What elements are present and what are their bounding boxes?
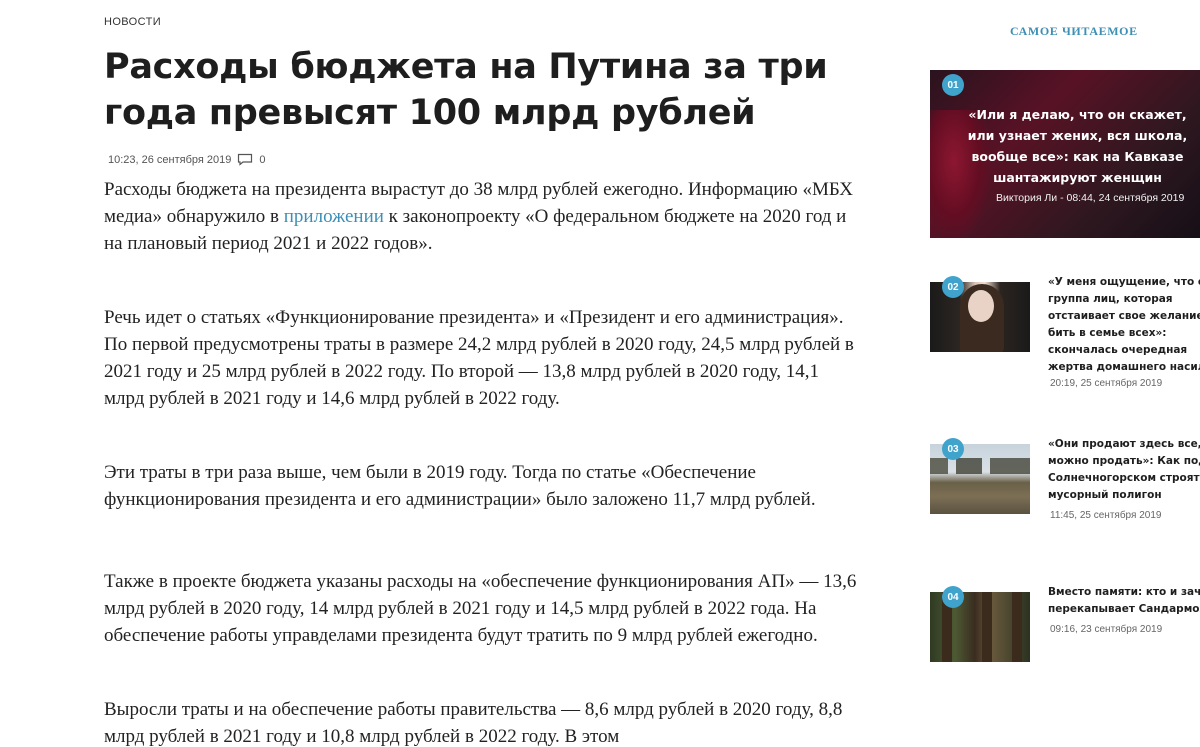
headline-line: перекапывает Сандармох (1048, 603, 1200, 615)
most-read-sidebar: САМОЕ ЧИТАЕМОЕ 01 «Или я делаю, что он с… (928, 0, 1200, 747)
paragraph-4: Также в проекте бюджета указаны расходы … (104, 571, 857, 646)
headline-line: бить в семье всех»: (1048, 327, 1167, 339)
article-meta: 10:23, 26 сентября 2019 0 (108, 153, 266, 166)
paragraph-3: Эти траты в три раза выше, чем были в 20… (104, 462, 816, 510)
headline-line: группа лиц, которая (1048, 293, 1173, 305)
headline-line: «Они продают здесь все, ч (1048, 438, 1200, 450)
paragraph-5: Выросли траты и на обеспечение работы пр… (104, 699, 843, 747)
story-headline[interactable]: «Они продают здесь все, ч можно продать»… (1048, 436, 1200, 504)
thumbnail-trunk (982, 592, 992, 662)
featured-title[interactable]: «Или я делаю, что он скажет, или узнает … (960, 104, 1195, 188)
thumbnail-trunk (1012, 592, 1022, 662)
headline-line: отстаивает свое желание (1048, 310, 1200, 322)
list-item[interactable]: 04 Вместо памяти: кто и заче перекапывае… (930, 584, 1200, 684)
comment-icon[interactable] (237, 153, 253, 166)
list-item[interactable]: 03 «Они продают здесь все, ч можно прода… (930, 436, 1200, 536)
headline-line: Вместо памяти: кто и заче (1048, 586, 1200, 598)
rank-badge-1: 01 (942, 74, 964, 96)
thumbnail-face (968, 290, 994, 322)
headline-line: «У меня ощущение, что ес (1048, 276, 1200, 288)
section-label[interactable]: НОВОСТИ (104, 16, 161, 28)
story-headline[interactable]: «У меня ощущение, что ес группа лиц, кот… (1048, 274, 1200, 376)
story-date: 09:16, 23 сентября 2019 (1050, 624, 1163, 635)
list-item[interactable]: 02 «У меня ощущение, что ес группа лиц, … (930, 274, 1200, 389)
rank-badge-2: 02 (942, 276, 964, 298)
most-read-heading: САМОЕ ЧИТАЕМОЕ (1010, 24, 1138, 38)
rank-badge-4: 04 (942, 586, 964, 608)
featured-meta: Виктория Ли - 08:44, 24 сентября 2019 (996, 192, 1185, 204)
paragraph-2: Речь идет о статьях «Функционирование пр… (104, 307, 854, 409)
article-timestamp: 10:23, 26 сентября 2019 (108, 153, 232, 166)
rank-badge-3: 03 (942, 438, 964, 460)
headline-line: скончалась очередная (1048, 344, 1188, 356)
thumbnail-treeline (930, 458, 1030, 474)
headline-line: Солнечногорском строят (1048, 472, 1200, 484)
story-date: 20:19, 25 сентября 2019 (1050, 378, 1163, 389)
article-title: Расходы бюджета на Путина за три года пр… (104, 47, 828, 133)
headline-line: жертва домашнего насил (1048, 361, 1200, 373)
story-date: 11:45, 25 сентября 2019 (1050, 510, 1162, 521)
headline-line: можно продать»: Как под (1048, 455, 1200, 467)
appendix-link[interactable]: приложении (284, 206, 384, 227)
featured-story[interactable]: 01 «Или я делаю, что он скажет, или узна… (930, 70, 1200, 238)
story-headline[interactable]: Вместо памяти: кто и заче перекапывает С… (1048, 584, 1200, 618)
headline-line: мусорный полигон (1048, 489, 1162, 501)
comments-count[interactable]: 0 (259, 154, 265, 166)
paragraph-1: Расходы бюджета на президента вырастут д… (104, 176, 864, 257)
